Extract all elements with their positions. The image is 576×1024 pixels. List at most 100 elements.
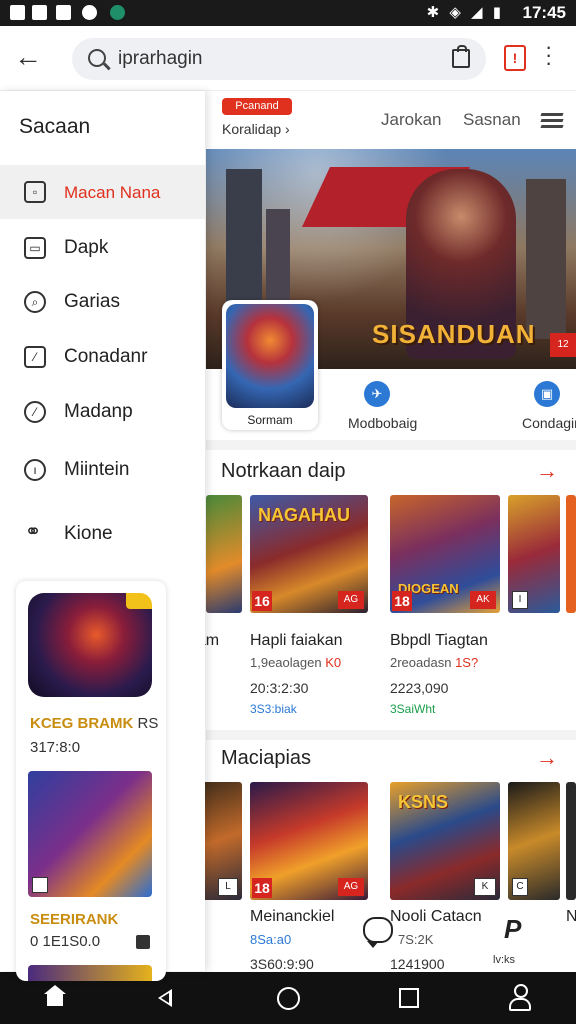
arrow-right-icon[interactable]: → <box>536 745 558 771</box>
top-bar: ← iprarhagin ! · · · <box>0 26 576 91</box>
quick-link-label[interactable]: Modbobaig <box>348 415 417 431</box>
promo-card[interactable]: KCEG BRAMK RS 317:8:0 SEERIRANK 0 1E1S0.… <box>16 581 166 981</box>
rating-badge <box>32 877 48 893</box>
game-title[interactable]: Nooli Catacn <box>390 908 482 926</box>
plane-icon[interactable]: ✈ <box>364 381 390 407</box>
game-price: 2223,090 <box>390 680 449 696</box>
home-button-icon[interactable] <box>277 987 300 1010</box>
featured-app-label: Sormam <box>247 413 293 427</box>
game-subtitle-text: 1,9eaolagen <box>250 655 322 670</box>
game-title[interactable]: Bbpdl Tiagtan <box>390 632 488 650</box>
promo-image[interactable] <box>28 593 152 697</box>
alert-icon[interactable]: ! <box>504 45 526 71</box>
promo-number: 0 1E1S0.0 <box>30 933 101 950</box>
drawer-item-label: Kione <box>64 523 113 544</box>
rating-badge: AG <box>338 591 364 609</box>
profile-icon[interactable] <box>509 984 531 1011</box>
drawer-item-label: Dapk <box>64 237 109 258</box>
promo-image[interactable] <box>28 771 152 897</box>
sublink[interactable]: Koralidap › <box>222 121 290 137</box>
promo-badge[interactable]: Pcanand <box>222 98 292 115</box>
navigation-drawer: Sacaan ▫ Macan Nana ▭ Dapk ⌕ Garias ⁄ Co… <box>0 91 205 981</box>
drawer-item-conadanr[interactable]: ⁄ Conadanr <box>0 330 205 384</box>
drawer-item-miintein[interactable]: ı Miintein <box>0 443 205 497</box>
clock: 17:45 <box>522 3 566 22</box>
quick-link-label[interactable]: Condagin <box>522 415 576 431</box>
game-subtitle: 2reoadasn 1S? <box>390 655 478 670</box>
edit-icon: ⁄ <box>24 346 46 368</box>
search-icon <box>88 49 106 67</box>
drawer-item-label: Garias <box>64 291 120 312</box>
card-watermark: NAGAHAU <box>258 505 350 525</box>
featured-app-icon-card[interactable]: Sormam <box>222 300 318 430</box>
hero-title: SISANDUAN <box>372 319 536 349</box>
divider <box>206 440 576 450</box>
game-price: 20:3:2:30 <box>250 680 309 696</box>
game-title[interactable]: Hapli faiakan <box>250 632 343 650</box>
game-card-image[interactable]: I <box>508 495 560 613</box>
p-logo-icon[interactable]: P <box>504 914 521 945</box>
promo-title-tag: RS <box>137 715 159 732</box>
promo-tag <box>126 593 152 609</box>
tab-first[interactable]: Jarokan <box>381 110 441 130</box>
shopping-bag-icon[interactable] <box>452 45 470 68</box>
game-card-image[interactable]: DIOGEAN 18 AK <box>390 495 500 613</box>
divider <box>206 730 576 740</box>
chat-icon[interactable] <box>363 917 393 948</box>
partial-card-title[interactable]: N <box>566 908 576 926</box>
game-subtitle: 1,9eaolagen K0 <box>250 655 341 670</box>
drawer-item-label: Conadanr <box>64 346 148 367</box>
file-icon <box>56 5 71 20</box>
info-icon: ı <box>24 459 46 481</box>
game-subtitle: 8Sa:a0 <box>250 932 292 947</box>
drawer-item-madanp[interactable]: ⁄ Madanp <box>0 385 205 439</box>
promo-title: KCEG BRAMK RS <box>30 715 158 732</box>
monitor-icon[interactable]: ▣ <box>534 381 560 407</box>
connectivity-icons: ✱ ◈ ◢ ▮ <box>426 4 504 21</box>
drawer-item-kione[interactable]: ⚭ Kione <box>0 507 205 561</box>
game-card-image[interactable]: NAGAHAU 16 AG <box>250 495 368 613</box>
age-rating-badge: 16 <box>252 591 272 611</box>
game-card-image[interactable] <box>566 782 576 900</box>
card-watermark: KSNS <box>398 792 449 812</box>
more-options-icon[interactable]: · · · <box>545 36 552 74</box>
game-price: 3S60:9:90 <box>250 956 314 972</box>
drawer-item-garias[interactable]: ⌕ Garias <box>0 275 205 329</box>
search-input[interactable]: iprarhagin <box>118 48 203 70</box>
game-card-image[interactable] <box>566 495 576 613</box>
drawer-item-dapk[interactable]: ▭ Dapk <box>0 221 205 275</box>
game-card-image[interactable]: C <box>508 782 560 900</box>
back-arrow-icon[interactable]: ← <box>14 43 42 71</box>
rating-badge: AG <box>338 878 364 896</box>
back-icon[interactable] <box>158 989 172 1007</box>
arrow-right-icon[interactable]: → <box>536 458 558 484</box>
p-logo-caption: lv:ks <box>493 954 515 966</box>
game-title[interactable]: Meinanckiel <box>250 908 334 926</box>
recents-icon[interactable] <box>399 988 419 1008</box>
home-icon[interactable] <box>44 985 66 1006</box>
drawer-item-label: Madanp <box>64 401 133 422</box>
promo-image[interactable] <box>28 965 152 981</box>
game-subtitle-red: K0 <box>325 655 342 670</box>
age-rating-badge: 18 <box>252 878 272 898</box>
checkbox-icon[interactable] <box>136 935 150 949</box>
game-card-image[interactable] <box>206 495 242 613</box>
menu-icon[interactable] <box>540 110 564 132</box>
promo-number: 317:8:0 <box>30 739 81 756</box>
game-badge: 3SaiWht <box>390 702 436 716</box>
game-card-image[interactable]: 18 AG <box>250 782 368 900</box>
notification-icon <box>10 5 25 20</box>
tab-second[interactable]: Sasnan <box>463 110 521 130</box>
age-rating-badge: 12 <box>550 333 576 357</box>
game-price: 1241900 <box>390 956 445 972</box>
game-card-image[interactable]: KSNS K <box>390 782 500 900</box>
search-bar[interactable]: iprarhagin <box>72 38 486 80</box>
rating-badge: AK <box>470 591 496 609</box>
rating-badge: I <box>512 591 528 609</box>
chat-bubble-icon <box>82 5 97 20</box>
compass-icon: ⁄ <box>24 401 46 423</box>
promo-title: SEERIRANK <box>30 911 119 928</box>
drawer-item-macan-nana[interactable]: ▫ Macan Nana <box>0 165 205 219</box>
promo-title-text: KCEG BRAMK <box>30 715 134 732</box>
people-icon: ⚭ <box>24 521 42 543</box>
